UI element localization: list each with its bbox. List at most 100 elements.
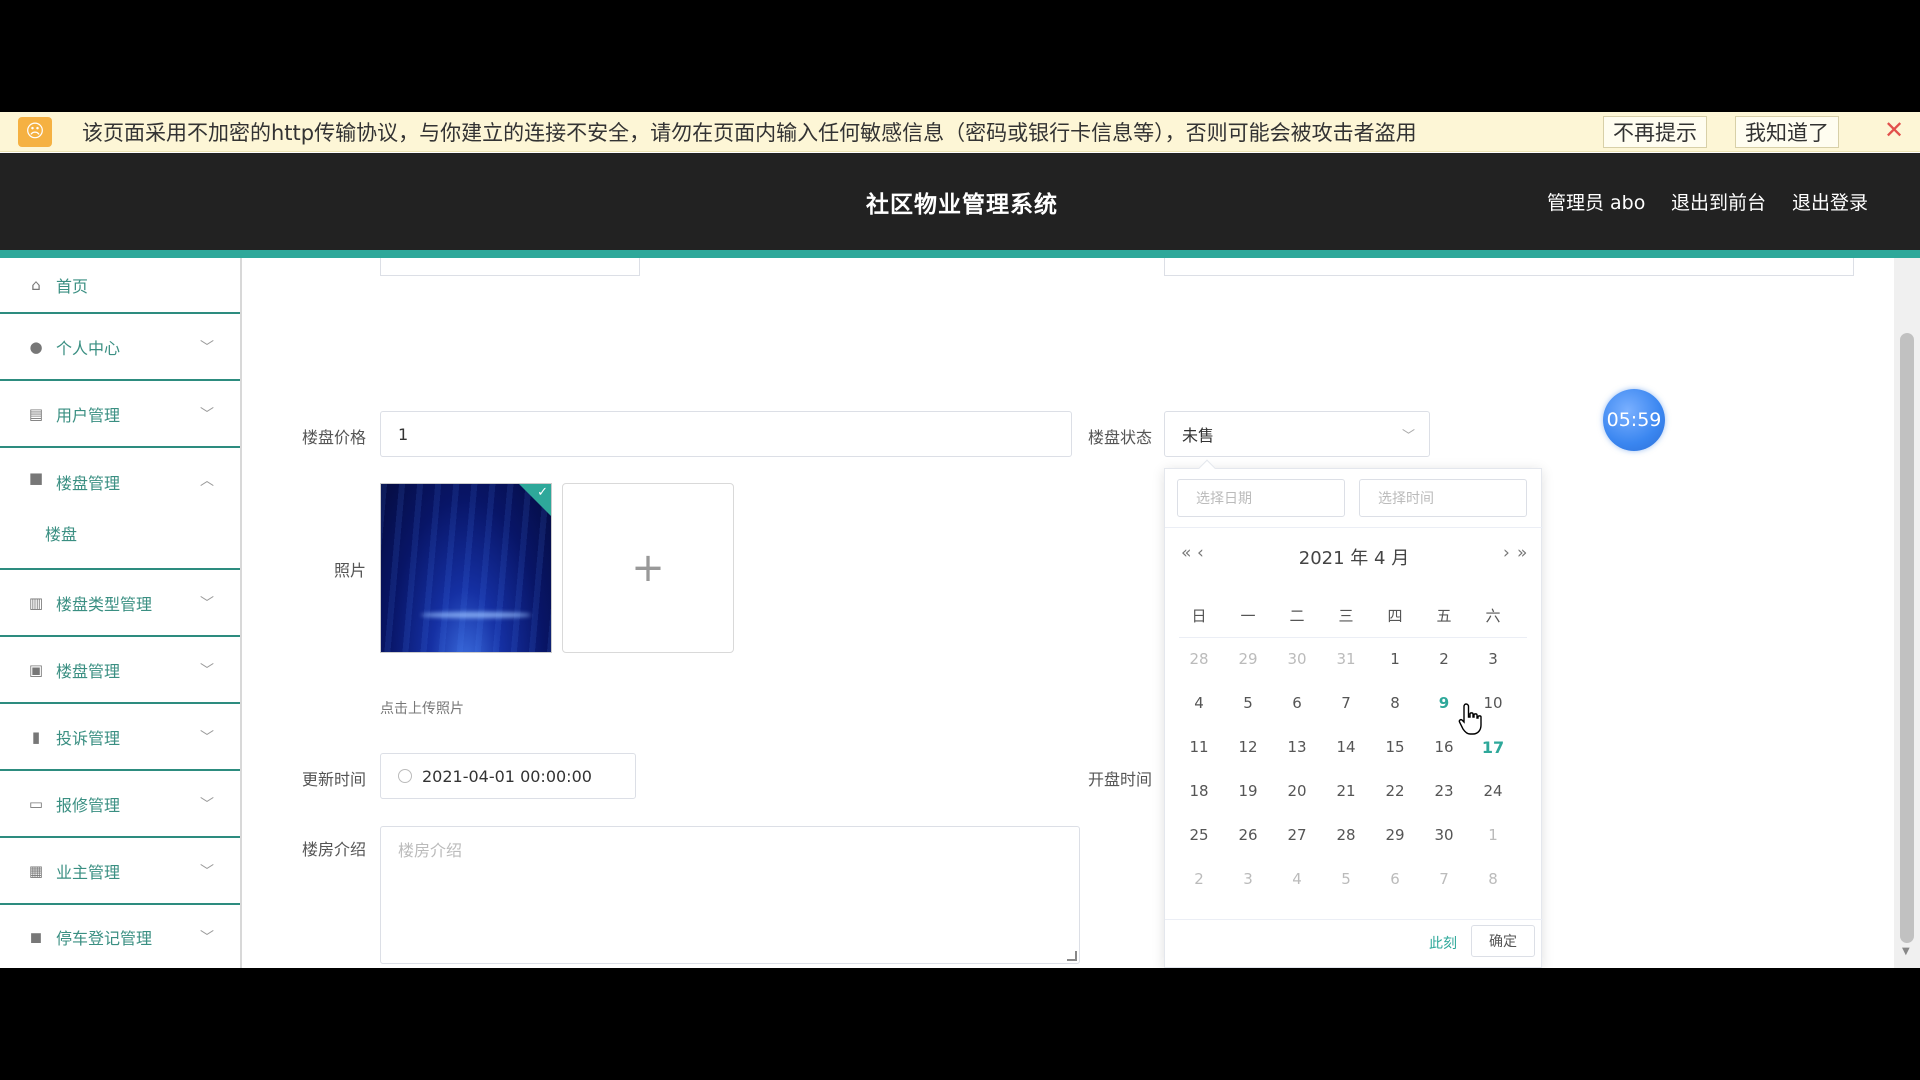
calendar-day[interactable]: 16 (1424, 738, 1464, 756)
calendar-day[interactable]: 26 (1228, 826, 1268, 844)
upload-photo-button[interactable]: + (562, 483, 734, 653)
logout-link[interactable]: 退出登录 (1792, 188, 1868, 215)
sidebar-item-property[interactable]: ■ 楼盘管理 ︿ (0, 448, 240, 570)
calendar-day[interactable]: 28 (1326, 826, 1366, 844)
calendar-day[interactable]: 5 (1228, 694, 1268, 712)
sidebar-subitem-property[interactable]: 楼盘 (45, 521, 77, 545)
calendar-day[interactable]: 8 (1473, 870, 1513, 888)
calendar-day[interactable]: 15 (1375, 738, 1415, 756)
sidebar-item-complaints[interactable]: ▮ 投诉管理 ﹀ (0, 704, 240, 771)
sidebar-item-label: 楼盘管理 (56, 474, 121, 493)
price-label: 楼盘价格 (301, 428, 366, 447)
close-icon[interactable]: ✕ (1884, 116, 1904, 144)
timer-badge[interactable]: 05:59 (1603, 389, 1665, 451)
calendar-day[interactable]: 2 (1179, 870, 1219, 888)
sidebar-item-label: 用户管理 (56, 405, 121, 425)
calendar-day[interactable]: 3 (1473, 650, 1513, 668)
calendar-day[interactable]: 1 (1375, 650, 1415, 668)
check-clipboard-icon: ▣ (28, 660, 44, 679)
update-time-value: 2021-04-01 00:00:00 (422, 766, 592, 786)
warning-face-icon: ☹ (18, 116, 52, 147)
main-scrollbar[interactable]: ▼ (1894, 258, 1920, 968)
calendar-day[interactable]: 7 (1326, 694, 1366, 712)
scroll-down-icon[interactable]: ▼ (1902, 946, 1910, 957)
calendar-day[interactable]: 24 (1473, 782, 1513, 800)
resize-handle-icon[interactable] (1067, 951, 1077, 961)
calendar-day[interactable]: 29 (1228, 650, 1268, 668)
current-user[interactable]: 管理员 abo (1547, 188, 1645, 215)
calendar-day[interactable]: 21 (1326, 782, 1366, 800)
next-month-icon[interactable]: › (1503, 543, 1510, 563)
truncated-field-top-right[interactable] (1164, 258, 1854, 276)
scrollbar-thumb[interactable] (1900, 333, 1914, 943)
uploaded-photo-thumbnail[interactable]: ✓ (380, 483, 552, 653)
chevron-down-icon: ﹀ (200, 406, 214, 423)
now-button[interactable]: 此刻 (1429, 933, 1457, 953)
intro-textarea[interactable]: 楼房介绍 (380, 826, 1080, 964)
library-icon: ▥ (28, 593, 44, 612)
picker-date-input[interactable]: 选择日期 (1177, 479, 1345, 517)
got-it-button[interactable]: 我知道了 (1735, 115, 1839, 148)
calendar-day[interactable]: 22 (1375, 782, 1415, 800)
calendar-day[interactable]: 4 (1179, 694, 1219, 712)
sidebar-item-owners[interactable]: ▦ 业主管理 ﹀ (0, 838, 240, 905)
chevron-down-icon: ﹀ (200, 729, 214, 746)
calendar-day[interactable]: 13 (1277, 738, 1317, 756)
calendar-day[interactable]: 30 (1424, 826, 1464, 844)
calendar-day[interactable]: 5 (1326, 870, 1366, 888)
weekday-header: 五 (1436, 607, 1452, 625)
sidebar-item-property-2[interactable]: ▣ 楼盘管理 ﹀ (0, 637, 240, 704)
sidebar-item-label: 楼盘类型管理 (56, 594, 153, 614)
calendar-day[interactable]: 25 (1179, 826, 1219, 844)
calendar-day[interactable]: 14 (1326, 738, 1366, 756)
calendar-day[interactable]: 27 (1277, 826, 1317, 844)
update-time-input[interactable]: 2021-04-01 00:00:00 (380, 753, 636, 799)
calendar-day[interactable]: 6 (1277, 694, 1317, 712)
sidebar-item-property-type[interactable]: ▥ 楼盘类型管理 ﹀ (0, 570, 240, 637)
calendar-day[interactable]: 3 (1228, 870, 1268, 888)
clipboard-icon: ▤ (28, 404, 44, 423)
calendar-day[interactable]: 19 (1228, 782, 1268, 800)
calendar-day[interactable]: 23 (1424, 782, 1464, 800)
confirm-button[interactable]: 确定 (1471, 925, 1535, 957)
sidebar-item-parking[interactable]: ◼ 停车登记管理 ﹀ (0, 905, 240, 968)
calendar-day[interactable]: 2 (1424, 650, 1464, 668)
chevron-down-icon: ﹀ (200, 339, 214, 356)
truncated-field-top-left[interactable] (380, 258, 640, 276)
sidebar-item-home[interactable]: ⌂ 首页 (0, 258, 240, 314)
calendar-day[interactable]: 11 (1179, 738, 1219, 756)
calendar-day[interactable]: 12 (1228, 738, 1268, 756)
calendar-day[interactable]: 8 (1375, 694, 1415, 712)
sidebar-item-repairs[interactable]: ▭ 报修管理 ﹀ (0, 771, 240, 838)
calendar-day[interactable]: 7 (1424, 870, 1464, 888)
calendar-day[interactable]: 29 (1375, 826, 1415, 844)
price-input[interactable]: 1 (380, 411, 1072, 457)
picker-time-input[interactable]: 选择时间 (1359, 479, 1527, 517)
weekday-divider (1179, 637, 1527, 638)
calendar-day[interactable]: 4 (1277, 870, 1317, 888)
calendar-day[interactable]: 30 (1277, 650, 1317, 668)
chat-icon: ◼ (29, 927, 43, 946)
app-title: 社区物业管理系统 (866, 192, 1058, 218)
sidebar-item-users[interactable]: ▤ 用户管理 ﹀ (0, 381, 240, 448)
picker-divider (1165, 527, 1543, 528)
picker-title: 2021 年 4 月 (1298, 548, 1410, 569)
calendar-day[interactable]: 18 (1179, 782, 1219, 800)
status-value: 未售 (1182, 426, 1215, 445)
status-select[interactable]: 未售 ﹀ (1164, 411, 1430, 457)
next-year-icon[interactable]: » (1517, 543, 1527, 563)
open-time-label: 开盘时间 (1087, 770, 1152, 789)
chevron-down-icon: ﹀ (1401, 428, 1415, 444)
calendar-day[interactable]: 28 (1179, 650, 1219, 668)
grid-icon: ▦ (28, 861, 44, 880)
calendar-day[interactable]: 20 (1277, 782, 1317, 800)
sidebar-item-label: 报修管理 (56, 795, 121, 815)
sidebar-item-profile[interactable]: ● 个人中心 ﹀ (0, 314, 240, 381)
chevron-down-icon: ﹀ (200, 595, 214, 612)
calendar-day[interactable]: 17 (1473, 738, 1513, 757)
calendar-day[interactable]: 6 (1375, 870, 1415, 888)
dismiss-forever-button[interactable]: 不再提示 (1603, 115, 1707, 148)
calendar-day[interactable]: 1 (1473, 826, 1513, 844)
back-to-front-link[interactable]: 退出到前台 (1671, 188, 1766, 215)
calendar-day[interactable]: 31 (1326, 650, 1366, 668)
